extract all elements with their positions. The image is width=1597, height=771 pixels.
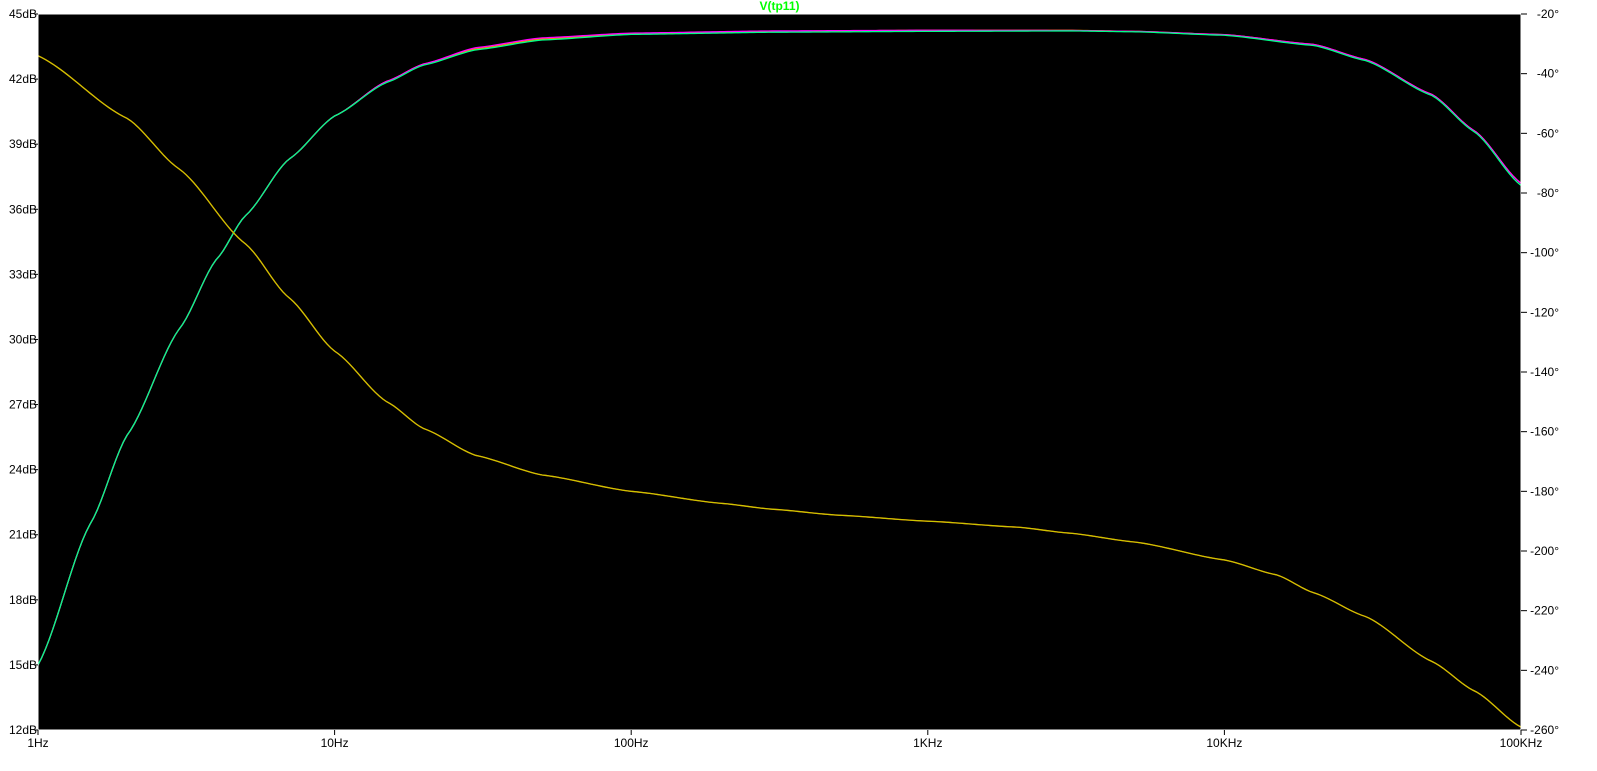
y-left-tick-label: 21dB [9,528,37,542]
y-left-tick-label: 12dB [9,723,37,737]
y-right-tick-label: -260° [1530,723,1559,737]
y-right-tick-label: -140° [1530,365,1559,379]
y-right-tick-label: -100° [1530,246,1559,260]
bode-plot: 1Hz 10Hz 100Hz 1KHz 10KHz 100KHz 45dB 42dB 39dB 3… [9,0,1559,750]
y-right-tick-label: -60° [1537,126,1559,140]
y-right-tick-label: -240° [1530,663,1559,677]
y-left-tick-label: 42dB [9,72,37,86]
y-left-tick-label: 39dB [9,137,37,151]
y-right-tick-label: -160° [1530,425,1559,439]
plot-background [38,14,1521,730]
y-right-tick-label: -220° [1530,604,1559,618]
y-right-tick-label: -40° [1537,67,1559,81]
x-tick-label: 100Hz [614,736,649,750]
x-tick-label: 10KHz [1206,736,1242,750]
y-left-tick-label: 33dB [9,267,37,281]
y-left-tick-label: 18dB [9,593,37,607]
y-right-tick-label: -180° [1530,484,1559,498]
y-left-tick-label: 27dB [9,398,37,412]
y-left-tick-label: 45dB [9,7,37,21]
y-right-tick-label: -80° [1537,186,1559,200]
y-right-tick-label: -20° [1537,7,1559,21]
y-left-tick-label: 24dB [9,463,37,477]
chart-title: V(tp11) [759,0,799,13]
y-left-tick-label: 30dB [9,332,37,346]
x-tick-label: 1KHz [913,736,942,750]
y-left-tick-label: 36dB [9,202,37,216]
y-right-tick-label: -120° [1530,305,1559,319]
y-left-tick-label: 15dB [9,658,37,672]
x-tick-label: 100KHz [1500,736,1543,750]
y-right-tick-label: -200° [1530,544,1559,558]
x-tick-label: 1Hz [27,736,48,750]
x-tick-label: 10Hz [321,736,349,750]
